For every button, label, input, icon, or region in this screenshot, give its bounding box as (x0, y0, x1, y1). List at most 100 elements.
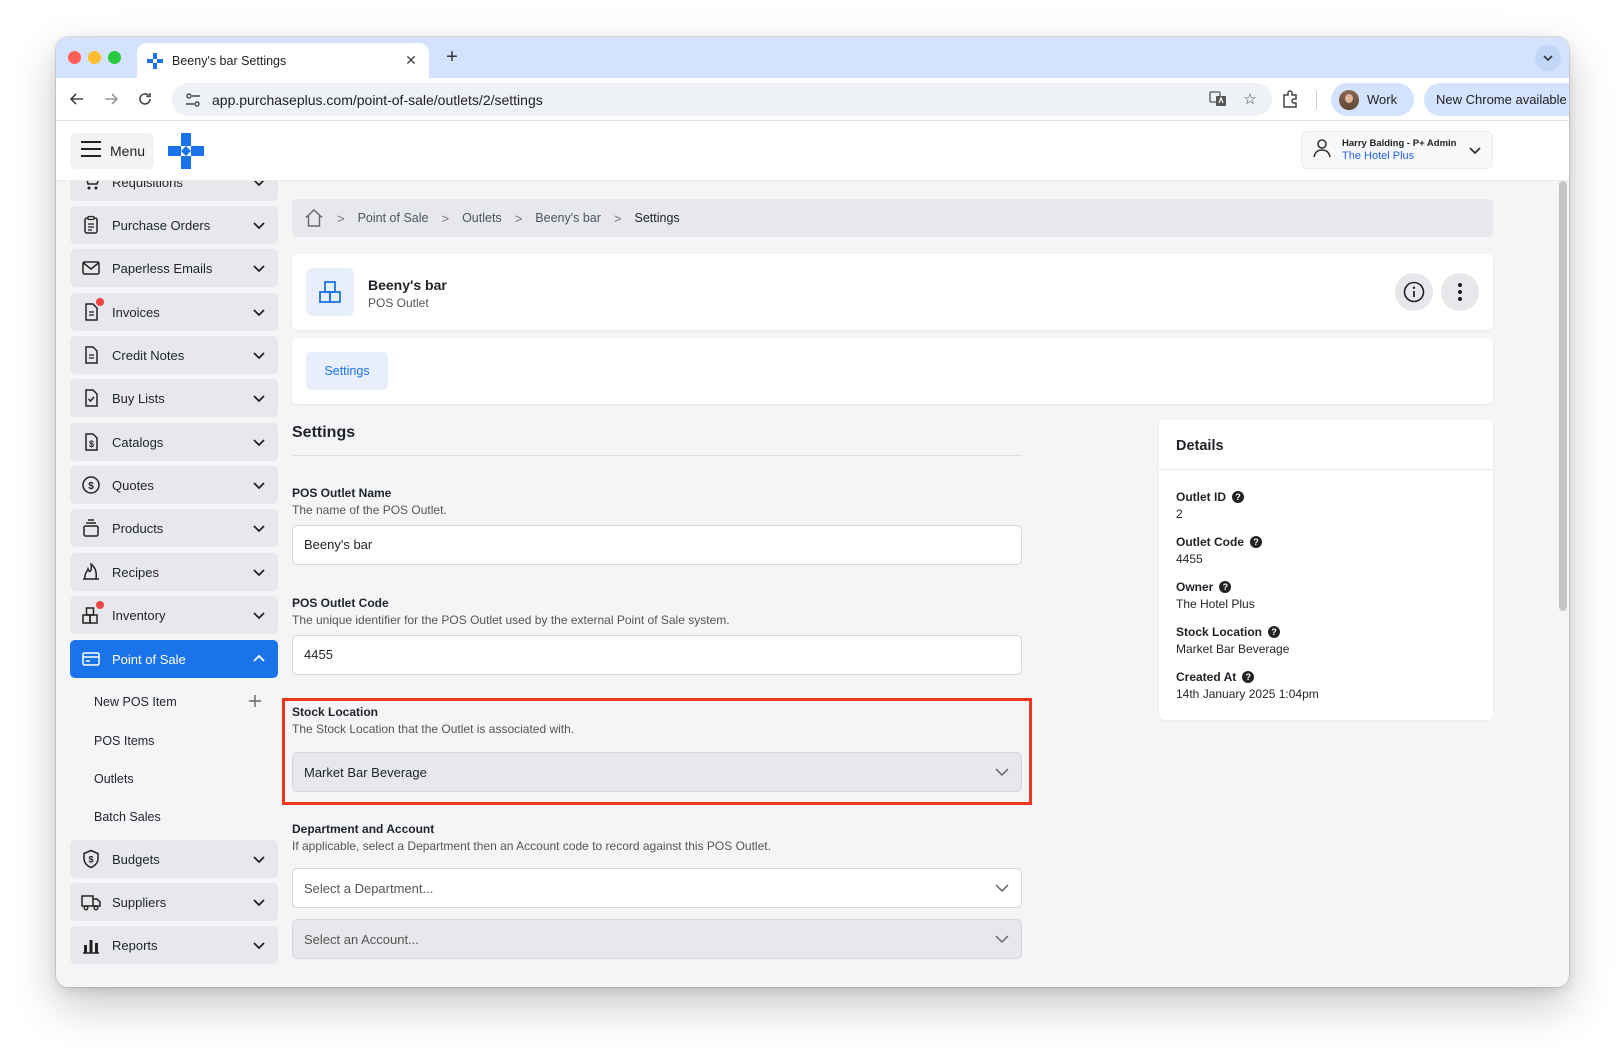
sidebar-item-credit-notes[interactable]: Credit Notes (70, 336, 278, 374)
site-settings-icon[interactable] (184, 91, 202, 109)
extensions-puzzle-icon[interactable] (1280, 89, 1300, 109)
sidebar-item-label: Products (112, 520, 164, 536)
chevron-down-icon (252, 478, 266, 492)
detail-outlet-code-value: 4455 (1176, 552, 1203, 566)
user-name: Harry Balding - P+ Admin (1342, 138, 1457, 149)
profile-button[interactable]: Work (1331, 83, 1414, 116)
maximize-window-button[interactable] (108, 51, 121, 64)
sidebar-item-suppliers[interactable]: Suppliers (70, 883, 278, 921)
sidebar-subitem-outlets[interactable]: Outlets (70, 764, 278, 794)
reload-icon[interactable] (134, 88, 156, 110)
boxes-icon (81, 601, 104, 625)
sidebar-item-invoices[interactable]: Invoices (70, 293, 278, 331)
sidebar-item-purchase-orders[interactable]: Purchase Orders (70, 206, 278, 244)
sidebar-subitem-batch-sales[interactable]: Batch Sales (70, 802, 278, 832)
breadcrumb-point-of-sale[interactable]: Point of Sale (358, 211, 429, 225)
cart-icon (81, 181, 101, 192)
department-account-label: Department and Account (292, 822, 435, 836)
sidebar-item-label: Buy Lists (112, 390, 165, 406)
pos-outlet-code-label: POS Outlet Code (292, 596, 389, 610)
chevron-down-icon (252, 391, 266, 405)
help-icon[interactable]: ? (1219, 581, 1232, 593)
sidebar-item-budgets[interactable]: $ Budgets (70, 840, 278, 878)
detail-created-at-value: 14th January 2025 1:04pm (1176, 687, 1319, 701)
detail-owner-label: Owner ? (1176, 580, 1232, 594)
sidebar-subitem-new-pos-item[interactable]: New POS Item (70, 687, 278, 717)
dollar-circle-icon: $ (81, 475, 101, 495)
outlet-name: Beeny's bar (368, 277, 447, 293)
tabs-card: Settings (292, 338, 1493, 404)
sidebar-item-products[interactable]: Products (70, 509, 278, 547)
sidebar-item-paperless-emails[interactable]: Paperless Emails (70, 249, 278, 287)
chrome-update-button[interactable]: New Chrome available ⋮ (1424, 83, 1569, 116)
chevron-down-icon (252, 895, 266, 909)
help-icon[interactable]: ? (1232, 491, 1244, 503)
scrollbar-thumb[interactable] (1559, 181, 1567, 611)
sidebar-item-label: Inventory (112, 607, 166, 623)
sidebar-item-point-of-sale[interactable]: Point of Sale (70, 640, 278, 678)
stack-icon (81, 518, 101, 538)
sidebar-subitem-label: Batch Sales (94, 810, 161, 824)
details-heading: Details (1176, 438, 1224, 454)
tab-settings[interactable]: Settings (306, 352, 388, 390)
sidebar-item-label: Reports (112, 937, 158, 953)
sidebar-item-reports[interactable]: Reports (70, 926, 278, 964)
sidebar-item-label: Invoices (112, 304, 160, 320)
chevron-down-icon (1468, 143, 1482, 157)
close-window-button[interactable] (68, 51, 81, 64)
detail-label-text: Outlet ID (1176, 490, 1226, 504)
help-icon[interactable]: ? (1242, 671, 1255, 683)
sidebar-item-quotes[interactable]: $ Quotes (70, 466, 278, 504)
pos-outlet-code-input[interactable]: 4455 (292, 635, 1022, 675)
toolbar-divider (1316, 91, 1317, 109)
account-select[interactable]: Select an Account... (292, 919, 1022, 959)
sidebar-subitem-pos-items[interactable]: POS Items (70, 726, 278, 756)
sidebar-item-buy-lists[interactable]: Buy Lists (70, 379, 278, 417)
notification-dot (96, 298, 104, 306)
tab-title: Beeny's bar Settings (172, 53, 287, 68)
chevron-down-icon (252, 852, 266, 866)
translate-icon[interactable] (1208, 90, 1228, 110)
invoice-icon (81, 298, 104, 322)
chevron-down-icon (252, 348, 266, 362)
browser-tab-active[interactable]: Beeny's bar Settings ✕ (137, 43, 429, 78)
chevron-down-icon (994, 931, 1010, 947)
sidebar-item-catalogs[interactable]: $ Catalogs (70, 423, 278, 461)
help-icon[interactable]: ? (1250, 536, 1262, 548)
pos-outlet-name-help: The name of the POS Outlet. (292, 503, 447, 517)
svg-text:$: $ (88, 855, 93, 865)
page-scrollbar[interactable] (1559, 181, 1567, 611)
detail-stock-location-value: Market Bar Beverage (1176, 642, 1290, 656)
new-tab-button[interactable]: + (440, 45, 464, 69)
more-options-button[interactable] (1441, 273, 1479, 311)
pos-outlet-name-input[interactable]: Beeny's bar (292, 525, 1022, 565)
department-select[interactable]: Select a Department... (292, 868, 1022, 908)
user-menu[interactable]: Harry Balding - P+ Admin The Hotel Plus (1301, 131, 1493, 169)
info-button[interactable] (1395, 273, 1433, 311)
hamburger-icon (80, 140, 102, 163)
breadcrumb-outlet[interactable]: Beeny's bar (535, 211, 601, 225)
purchaseplus-logo[interactable] (168, 133, 204, 169)
svg-text:$: $ (89, 439, 94, 449)
sidebar-item-requisitions[interactable]: Requisitions (70, 181, 278, 201)
sidebar-item-inventory[interactable]: Inventory (70, 596, 278, 634)
tab-close-icon[interactable]: ✕ (403, 52, 419, 69)
tab-search-button[interactable] (1535, 45, 1561, 71)
detail-outlet-id-label: Outlet ID ? (1176, 490, 1244, 504)
plus-icon[interactable] (248, 692, 262, 713)
help-icon[interactable]: ? (1268, 626, 1281, 638)
sidebar-item-recipes[interactable]: Recipes (70, 553, 278, 591)
address-bar[interactable]: app.purchaseplus.com/point-of-sale/outle… (172, 83, 1272, 116)
home-icon[interactable] (304, 208, 324, 228)
menu-button[interactable]: Menu (70, 133, 154, 169)
breadcrumb-separator: > (613, 210, 622, 226)
forward-arrow-icon[interactable] (100, 88, 122, 110)
minimize-window-button[interactable] (88, 51, 101, 64)
breadcrumb-outlets[interactable]: Outlets (462, 211, 502, 225)
department-placeholder: Select a Department... (304, 880, 434, 896)
user-organisation: The Hotel Plus (1342, 150, 1415, 162)
sidebar-item-label: Quotes (112, 477, 154, 493)
bookmark-star-icon[interactable]: ☆ (1240, 90, 1260, 110)
sidebar-item-label: Suppliers (112, 894, 167, 910)
back-arrow-icon[interactable] (66, 88, 88, 110)
